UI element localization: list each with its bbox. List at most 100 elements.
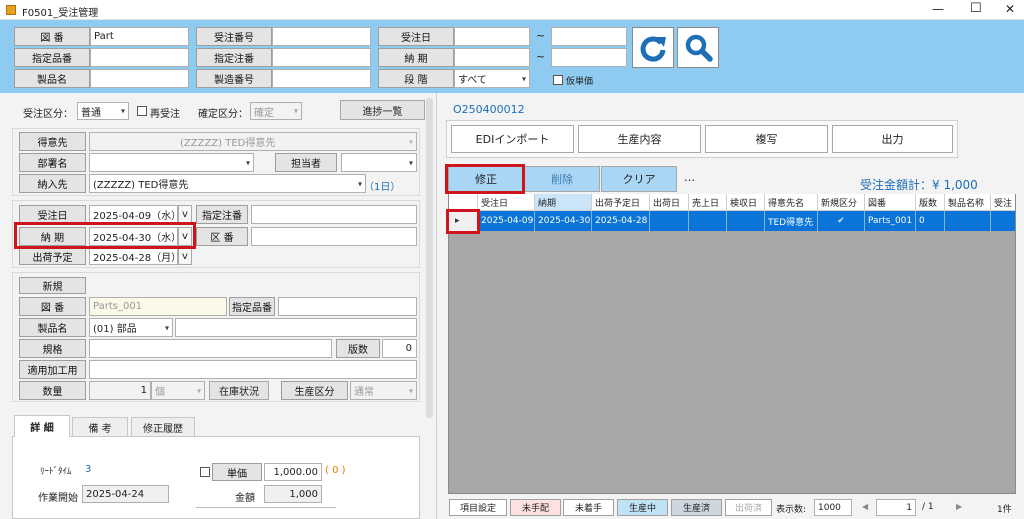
prev-page-button[interactable]: ◀ (862, 502, 868, 511)
hansu-input[interactable]: 0 (382, 339, 417, 358)
zuban-search-input[interactable]: Part (90, 27, 189, 46)
table-row-cell-kenshubi[interactable] (727, 211, 765, 231)
grid-header-juchu[interactable]: 受注 (991, 194, 1015, 211)
grid-header-kenshubi[interactable]: 検収日 (727, 194, 765, 211)
zaiko-jokyo-button[interactable]: 在庫状況 (209, 381, 269, 400)
table-row-cell-nouki[interactable]: 2025-04-30 (535, 211, 592, 231)
clear-button[interactable]: クリア (601, 166, 677, 192)
nouki-search-label: 納 期 (378, 48, 454, 67)
seihinmei-select[interactable]: (01) 部品 ▾ (89, 318, 173, 337)
state-michakushu[interactable]: 未着手 (563, 499, 614, 516)
seihinmei-detail-input[interactable] (175, 318, 417, 337)
state-mitehai[interactable]: 未手配 (510, 499, 561, 516)
juchu-bango-search-input[interactable] (272, 27, 371, 46)
table-row-cell-shinki-kubun[interactable]: ✔ (818, 211, 865, 231)
tanka-checkbox[interactable] (200, 467, 210, 477)
tab-biko[interactable]: 備 考 (72, 417, 128, 436)
table-row-cell-zuban[interactable]: Parts_001 (865, 211, 916, 231)
nouki-from-input[interactable] (454, 48, 530, 67)
table-row-cell-juchubi[interactable]: 2025-04-09 (478, 211, 535, 231)
seihinmei-search-input[interactable] (90, 69, 189, 88)
zuban-detail-input[interactable]: Parts_001 (89, 297, 227, 316)
chevron-down-icon: ▾ (120, 106, 125, 116)
dankai-select[interactable]: すべて ▾ (454, 69, 530, 88)
kakutei-kubun-select[interactable]: 確定 ▾ (250, 102, 302, 120)
kari-tanka-checkbox[interactable] (553, 75, 563, 85)
maximize-button[interactable]: ☐ (970, 1, 982, 16)
app-icon (6, 5, 16, 15)
shutsuryoku-button[interactable]: 出力 (832, 125, 953, 153)
nouki-to-input[interactable] (551, 48, 627, 67)
tab-shusei-rireki[interactable]: 修正履歴 (131, 417, 195, 436)
edi-import-button[interactable]: EDIインポート (451, 125, 574, 153)
grid-header-uriagebi[interactable]: 売上日 (689, 194, 727, 211)
sai-juchu-checkbox[interactable] (137, 106, 147, 116)
kakutei-kubun-label: 確定区分： (198, 109, 248, 120)
title-bar: F0501_受注管理 — ☐ ✕ (0, 0, 1024, 20)
tokuisaki-select[interactable]: (ZZZZZ) TED得意先 ▾ (89, 132, 417, 151)
kuban-input[interactable] (251, 227, 417, 246)
shitei-chuban-search-input[interactable] (272, 48, 371, 67)
tekiyo-kakou-input[interactable] (89, 360, 417, 379)
sakujo-button[interactable]: 削除 (524, 166, 600, 192)
nouki-tilde: ~ (536, 50, 546, 63)
chevron-down-icon: ▾ (521, 74, 526, 83)
table-row-cell-tokuisaki[interactable]: TED得意先 (765, 211, 818, 231)
grid-header-zuban[interactable]: 図番 (865, 194, 916, 211)
more-menu[interactable]: … (684, 171, 695, 184)
shincho-ichiran-button[interactable]: 進捗一覧 (340, 100, 425, 120)
tantosha-select[interactable]: ▾ (341, 153, 417, 172)
unit-select[interactable]: 個 ▾ (151, 381, 205, 400)
splitter[interactable] (436, 93, 437, 519)
nyunyusaki-select[interactable]: (ZZZZZ) TED得意先 ▾ (89, 174, 366, 193)
shitei-hinban-search-input[interactable] (90, 48, 189, 67)
juchubi-to-input[interactable] (551, 27, 627, 46)
tab-shosai[interactable]: 詳 細 (14, 415, 70, 437)
state-seisanchu[interactable]: 生産中 (617, 499, 668, 516)
table-row-cell-juchu[interactable] (991, 211, 1015, 231)
grid-header-seihin-meisho[interactable]: 製品名称 (945, 194, 991, 211)
item-settings-button[interactable]: 項目設定 (449, 499, 507, 516)
minimize-button[interactable]: — (932, 2, 944, 16)
seisan-kubun-select[interactable]: 通常 ▾ (350, 381, 417, 400)
table-row-cell-uriagebi[interactable] (689, 211, 727, 231)
chevron-down-icon: ▾ (408, 137, 413, 146)
table-row-cell-shukka-yotei[interactable]: 2025-04-28 (592, 211, 650, 231)
close-button[interactable]: ✕ (1005, 2, 1015, 16)
grid-header-hansu[interactable]: 版数 (916, 194, 945, 211)
grid-header-tokuisaki[interactable]: 得意先名 (765, 194, 818, 211)
page-input[interactable]: 1 (876, 499, 916, 516)
kikaku-input[interactable] (89, 339, 332, 358)
table-row-cell-hansu[interactable]: 0 (916, 211, 945, 231)
grid-header-shinki-kubun[interactable]: 新規区分 (818, 194, 865, 211)
seisan-naiyo-button[interactable]: 生産内容 (578, 125, 701, 153)
juchubi-from-input[interactable] (454, 27, 530, 46)
juchubi-label: 受注日 (378, 27, 454, 46)
display-count-input[interactable]: 1000 (814, 499, 852, 516)
order-number: O250400012 (453, 103, 525, 116)
tanka-input[interactable]: 1,000.00 (264, 463, 322, 481)
bushomei-select[interactable]: ▾ (89, 153, 254, 172)
shitei-hinban-detail-label: 指定品番 (229, 297, 275, 316)
fukusha-button[interactable]: 複写 (705, 125, 828, 153)
search-button[interactable] (677, 27, 719, 68)
table-row-cell-seihin-meisho[interactable] (945, 211, 991, 231)
seihinmei-label: 製品名 (14, 69, 90, 88)
shitei-hinban-detail-input[interactable] (278, 297, 417, 316)
shitei-chuban-detail-input[interactable] (251, 205, 417, 224)
grid-header-shukkabi[interactable]: 出荷日 (650, 194, 689, 211)
grid-header-shukka-yotei[interactable]: 出荷予定日 (592, 194, 650, 211)
refresh-button[interactable] (632, 27, 674, 68)
state-seisanzumi[interactable]: 生産済 (671, 499, 722, 516)
shukka-picker-button[interactable]: v (178, 248, 192, 265)
grid-header-nouki[interactable]: 納期 (535, 194, 592, 211)
shukka-yotei-input[interactable]: 2025-04-28（月） (89, 248, 178, 265)
next-page-button[interactable]: ▶ (956, 502, 962, 511)
left-scrollbar[interactable] (426, 98, 433, 418)
juchu-kubun-select[interactable]: 普通 ▾ (77, 102, 129, 120)
state-shukkazumi[interactable]: 出荷済 (725, 499, 772, 516)
table-row-cell-shukkabi[interactable] (650, 211, 689, 231)
seizo-bango-search-input[interactable] (272, 69, 371, 88)
grid-header-juchubi[interactable]: 受注日 (478, 194, 535, 211)
suryo-input[interactable]: 1 (89, 381, 151, 400)
